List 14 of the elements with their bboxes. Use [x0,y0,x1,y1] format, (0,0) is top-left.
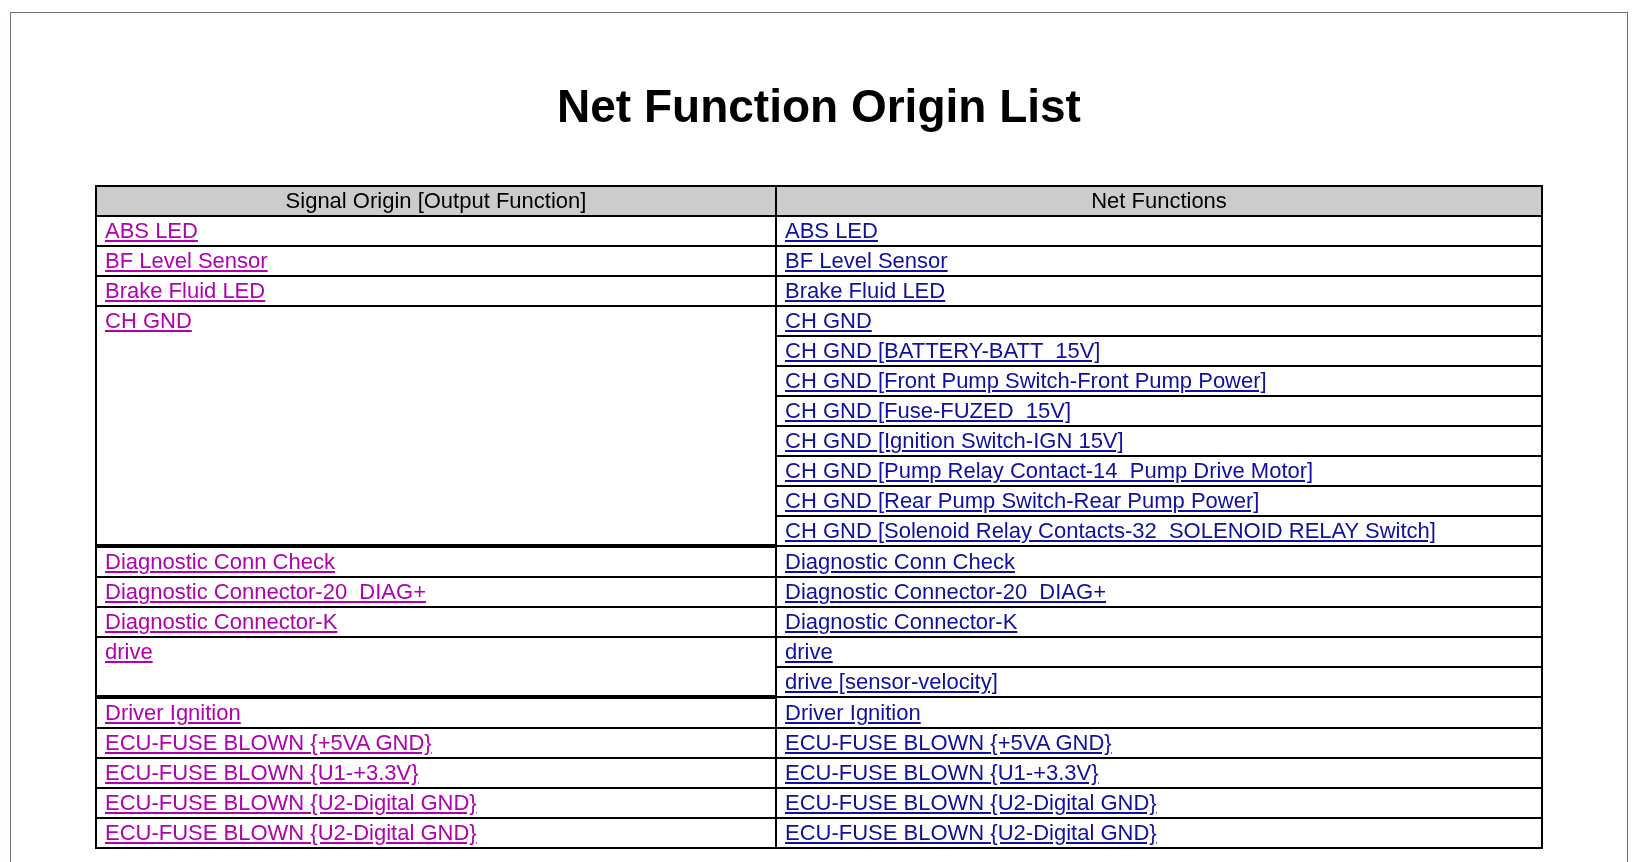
net-link[interactable]: Brake Fluid LED [105,278,266,303]
net-link[interactable]: BF Level Sensor [105,248,268,273]
column-header: Signal Origin [Output Function] [96,186,776,216]
net-link[interactable]: ABS LED [105,218,198,243]
net-link[interactable]: CH GND [105,308,192,333]
net-link[interactable]: Brake Fluid LED [785,278,946,303]
net-link[interactable]: Driver Ignition [105,700,241,725]
net-link[interactable]: BF Level Sensor [785,248,948,273]
net-link[interactable]: ABS LED [785,218,878,243]
net-link[interactable]: CH GND [785,308,872,333]
net-link[interactable]: drive [785,639,833,664]
net-link[interactable]: Driver Ignition [785,699,921,725]
net-link[interactable]: drive [105,639,153,664]
column-header: Net Functions [776,186,1542,216]
